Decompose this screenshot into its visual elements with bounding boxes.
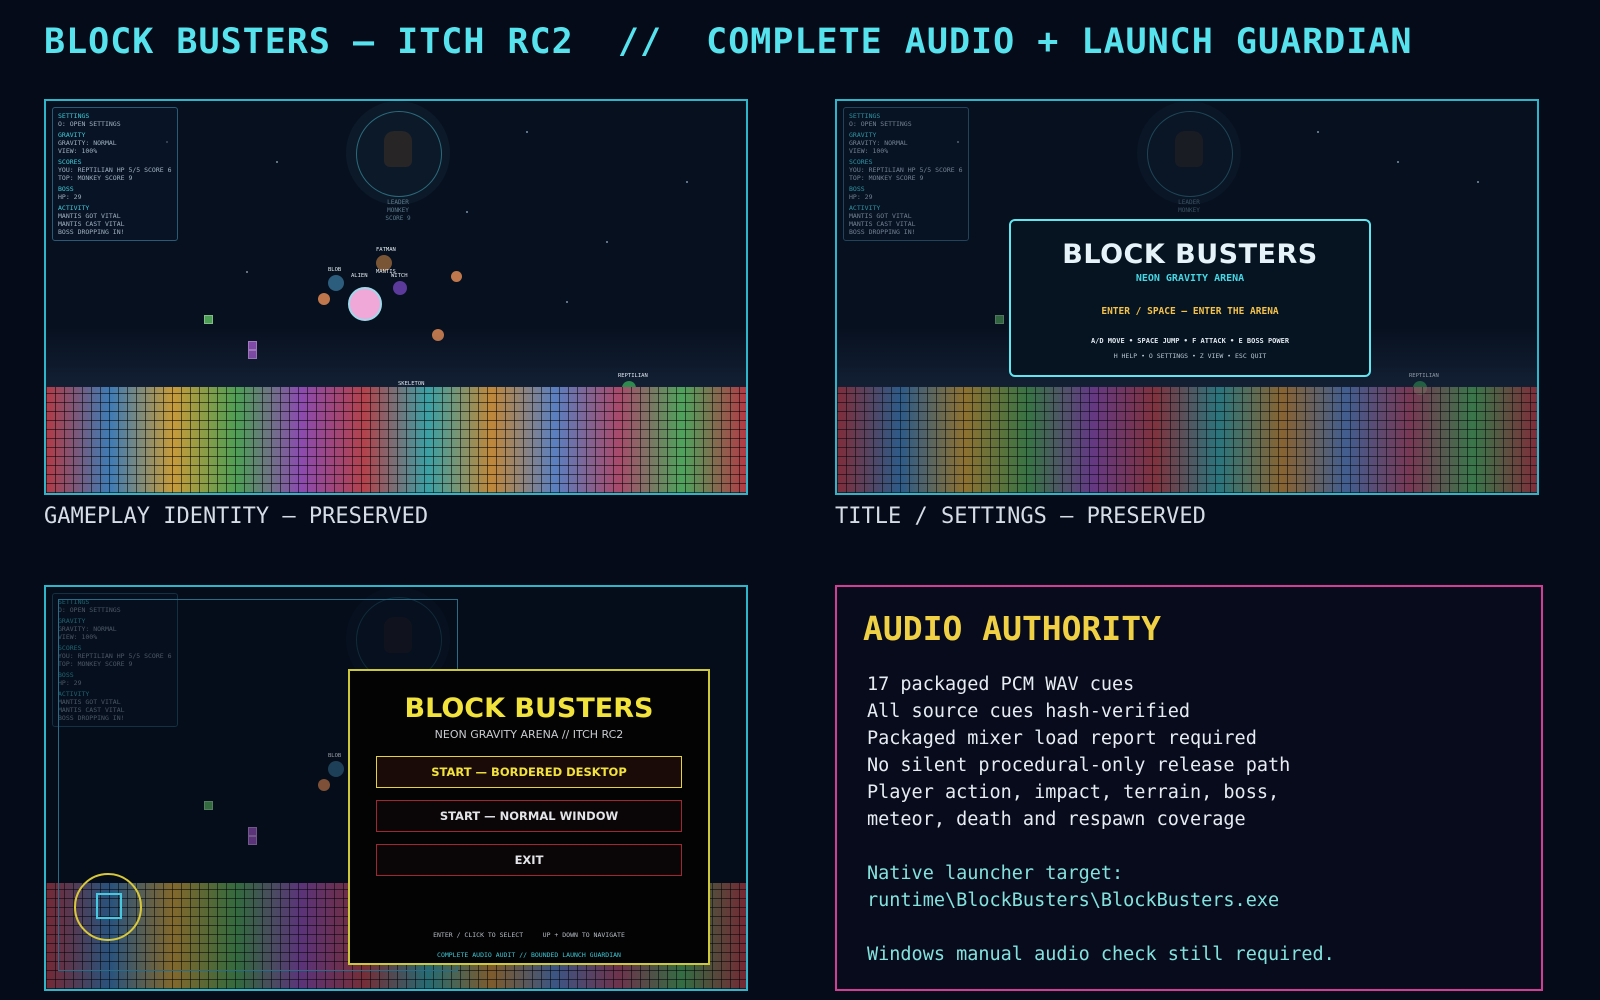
audio-line: meteor, death and respawn coverage: [867, 809, 1246, 830]
launcher-title: BLOCK BUSTERS: [404, 693, 654, 724]
launcher-target-label: Native launcher target:: [867, 863, 1124, 884]
terrain-grid: [46, 387, 746, 493]
player-sprite: [348, 287, 382, 321]
meteor-icon: [318, 293, 330, 305]
title-caption: TITLE / SETTINGS — PRESERVED: [835, 504, 1206, 529]
meteor-icon: [451, 271, 462, 282]
manual-audio-check-note: Windows manual audio check still require…: [867, 944, 1335, 965]
leader-label: LEADER MONKEY SCORE 9: [385, 199, 411, 222]
audio-line: No silent procedural-only release path: [867, 755, 1291, 776]
char-label-alien: ALIEN: [351, 273, 368, 279]
exit-button[interactable]: EXIT: [376, 844, 682, 876]
leader-emblem-icon: [1137, 101, 1241, 205]
audio-line: 17 packaged PCM WAV cues: [867, 674, 1135, 695]
floating-block: [995, 315, 1004, 324]
char-label-reptilian: REPTILIAN: [1409, 373, 1439, 379]
enter-arena-prompt[interactable]: ENTER / SPACE — ENTER THE ARENA: [1011, 306, 1369, 317]
audio-line: Player action, impact, terrain, boss,: [867, 782, 1280, 803]
witch-sprite: [393, 281, 407, 295]
start-normal-window-button[interactable]: START — NORMAL WINDOW: [376, 800, 682, 832]
char-label-witch: WITCH: [391, 273, 408, 279]
hud-panel: SETTINGS O: OPEN SETTINGS GRAVITY GRAVITY:…: [52, 107, 178, 241]
gameplay-screenshot-panel: LEADER MONKEY SCORE 9 SETTINGS O: OPEN SETT…: [44, 99, 748, 495]
audio-line: All source cues hash-verified: [867, 701, 1191, 722]
title-modal-title: BLOCK BUSTERS: [1062, 239, 1318, 270]
controls-hint: A/D MOVE • SPACE JUMP • F ATTACK • E BOS…: [1090, 337, 1290, 345]
gameplay-caption: GAMEPLAY IDENTITY — PRESERVED: [44, 504, 429, 529]
hud-panel: SETTINGS O: OPEN SETTINGS GRAVITY GRAVITY:…: [843, 107, 969, 241]
audio-authority-title: AUDIO AUTHORITY: [863, 609, 1162, 648]
audio-authority-panel: AUDIO AUTHORITY 17 packaged PCM WAV cues…: [835, 585, 1543, 991]
blob-sprite: [328, 275, 344, 291]
audio-line: Packaged mixer load report required: [867, 728, 1257, 749]
title-modal-subtitle: NEON GRAVITY ARENA: [1135, 273, 1245, 284]
title-screenshot-panel: LEADER MONKEY SETTINGS O: OPEN SETTINGS GR…: [835, 99, 1539, 495]
leader-label: LEADER MONKEY: [1178, 199, 1200, 214]
terrain-grid: [837, 387, 1537, 493]
title-modal: BLOCK BUSTERS NEON GRAVITY ARENA ENTER /…: [1009, 219, 1371, 377]
char-label-reptilian: REPTILIAN: [618, 373, 648, 379]
launcher-dialog: BLOCK BUSTERS NEON GRAVITY ARENA // ITCH…: [348, 669, 710, 965]
launcher-footer: COMPLETE AUDIO AUDIT // BOUNDED LAUNCH G…: [437, 951, 621, 959]
audio-authority-body: 17 packaged PCM WAV cues All source cues…: [867, 671, 1335, 968]
launcher-subtitle: NEON GRAVITY ARENA // ITCH RC2: [434, 728, 624, 741]
floating-block: [204, 315, 213, 324]
launcher-screenshot-panel: SETTINGS O: OPEN SETTINGS GRAVITY GRAVITY:…: [44, 585, 748, 991]
controls-hint-secondary: H HELP • O SETTINGS • Z VIEW • ESC QUIT: [1113, 352, 1267, 360]
start-bordered-desktop-button[interactable]: START — BORDERED DESKTOP: [376, 756, 682, 788]
cursor-square-icon: [96, 893, 122, 919]
launcher-help-text: ENTER / CLICK TO SELECT UP + DOWN TO NAV…: [433, 931, 625, 939]
page-title: BLOCK BUSTERS — ITCH RC2 // COMPLETE AUD…: [44, 22, 1413, 62]
char-label-fatman: FATMAN: [376, 247, 396, 253]
launcher-target-path: runtime\BlockBusters\BlockBusters.exe: [867, 890, 1280, 911]
leader-emblem-icon: [346, 101, 450, 205]
char-label-blob: BLOB: [328, 267, 342, 273]
